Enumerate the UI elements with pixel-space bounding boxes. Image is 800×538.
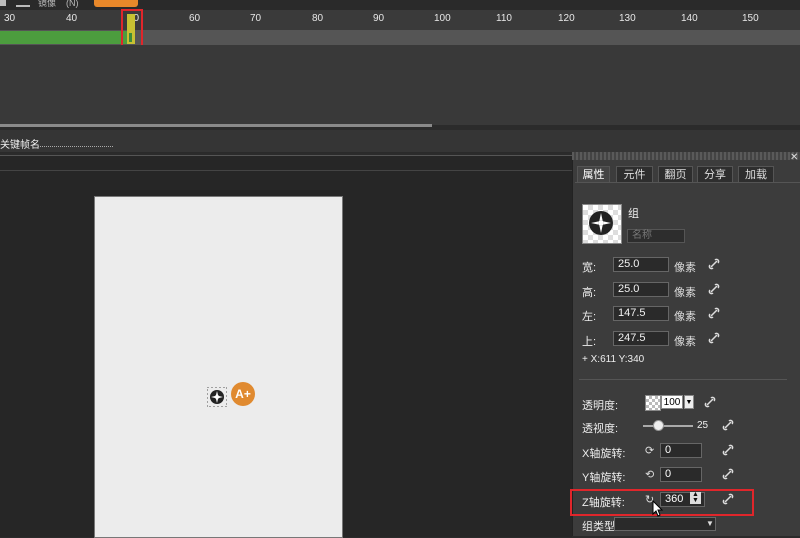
link-icon[interactable] xyxy=(722,444,734,456)
panel-grip[interactable] xyxy=(572,152,800,160)
y-rotation-label: Y轴旋转: xyxy=(582,472,626,484)
chevron-down-icon[interactable]: ▼ xyxy=(706,517,714,531)
tab-share[interactable]: 分享 xyxy=(697,166,733,182)
link-icon[interactable] xyxy=(708,307,720,319)
object-name-input[interactable]: 名称 xyxy=(627,229,685,243)
top-input[interactable]: 247.5 xyxy=(613,331,669,346)
width-unit: 像素 xyxy=(674,262,696,274)
ruler-tick-label: 140 xyxy=(681,13,698,24)
link-icon[interactable] xyxy=(704,396,716,408)
ruler-tick-label: 130 xyxy=(619,13,636,24)
y-rotate-icon: ⟲ xyxy=(645,469,655,481)
group-type-label: 组类型: xyxy=(582,521,619,533)
link-icon[interactable] xyxy=(722,468,734,480)
chevron-down-icon[interactable]: ▼ xyxy=(684,395,694,409)
ruler-tick-label: 90 xyxy=(373,13,385,24)
ruler-tick-label: 80 xyxy=(312,13,324,24)
height-label: 高: xyxy=(582,287,597,299)
track-span[interactable] xyxy=(0,31,127,44)
opacity-label: 透明度: xyxy=(582,400,619,412)
stage-canvas[interactable] xyxy=(94,196,343,538)
add-text-badge[interactable]: A+ xyxy=(231,382,255,406)
left-unit: 像素 xyxy=(674,311,696,323)
keyframe-row xyxy=(0,130,800,153)
timeline-scrollbar[interactable] xyxy=(0,124,432,127)
toolbar-accent-button[interactable] xyxy=(94,0,138,7)
perspective-value: 25 xyxy=(697,420,709,431)
timeline-ruler[interactable]: 30 40 50 60 70 80 90 100 110 120 130 140… xyxy=(0,10,800,31)
group-type-select[interactable] xyxy=(614,517,716,531)
monitor-icon[interactable] xyxy=(16,0,30,7)
x-rotation-input[interactable]: 0 xyxy=(660,443,702,458)
ruler-tick-label: 120 xyxy=(558,13,575,24)
toolbar-n-button[interactable]: (N) xyxy=(66,0,79,8)
tab-properties[interactable]: 属性 xyxy=(577,166,610,182)
keyframe-name-field[interactable] xyxy=(38,146,113,147)
mouse-cursor-icon xyxy=(652,500,664,517)
x-rotation-label: X轴旋转: xyxy=(582,448,626,460)
link-icon[interactable] xyxy=(708,258,720,270)
tab-load[interactable]: 加载 xyxy=(738,166,774,182)
object-type-title: 组 xyxy=(628,208,639,220)
ruler-tick-label: 30 xyxy=(4,13,16,24)
opacity-select[interactable]: 100 xyxy=(661,395,683,409)
y-rotation-input[interactable]: 0 xyxy=(660,467,702,482)
perspective-slider-track[interactable] xyxy=(643,425,693,427)
section-divider xyxy=(579,379,787,380)
ruler-tick-label: 70 xyxy=(250,13,262,24)
spinner-icon[interactable] xyxy=(207,387,227,407)
height-unit: 像素 xyxy=(674,287,696,299)
keyframe-name-label: 关键帧名 xyxy=(0,140,40,151)
ruler-tick-label: 100 xyxy=(434,13,451,24)
left-input[interactable]: 147.5 xyxy=(613,306,669,321)
top-label: 上: xyxy=(582,336,597,348)
perspective-label: 透视度: xyxy=(582,423,619,435)
tab-page-flip[interactable]: 翻页 xyxy=(658,166,693,182)
link-icon[interactable] xyxy=(708,332,720,344)
cursor-coordinates: + X:611 Y:340 xyxy=(582,354,645,365)
ruler-tick-label: 60 xyxy=(189,13,201,24)
perspective-slider-handle[interactable] xyxy=(653,420,664,431)
close-icon[interactable]: ✕ xyxy=(790,152,798,163)
width-label: 宽: xyxy=(582,262,597,274)
opacity-swatch xyxy=(645,395,661,411)
link-icon[interactable] xyxy=(708,283,720,295)
left-label: 左: xyxy=(582,311,597,323)
x-rotate-icon: ⟳ xyxy=(645,445,655,457)
timeline-body[interactable] xyxy=(0,45,800,125)
height-input[interactable]: 25.0 xyxy=(613,282,669,297)
stage-divider xyxy=(0,170,572,171)
tab-divider xyxy=(575,182,800,183)
ruler-tick-label: 40 xyxy=(66,13,78,24)
ruler-tick-label: 150 xyxy=(742,13,759,24)
toolbar-mirror-button[interactable]: 镜像 xyxy=(38,0,56,8)
width-input[interactable]: 25.0 xyxy=(613,257,669,272)
toolbar-icon[interactable] xyxy=(0,0,6,6)
top-unit: 像素 xyxy=(674,336,696,348)
tab-components[interactable]: 元件 xyxy=(616,166,653,182)
spinner-thumbnail-icon xyxy=(589,211,613,235)
link-icon[interactable] xyxy=(722,419,734,431)
ruler-tick-label: 110 xyxy=(496,13,512,24)
